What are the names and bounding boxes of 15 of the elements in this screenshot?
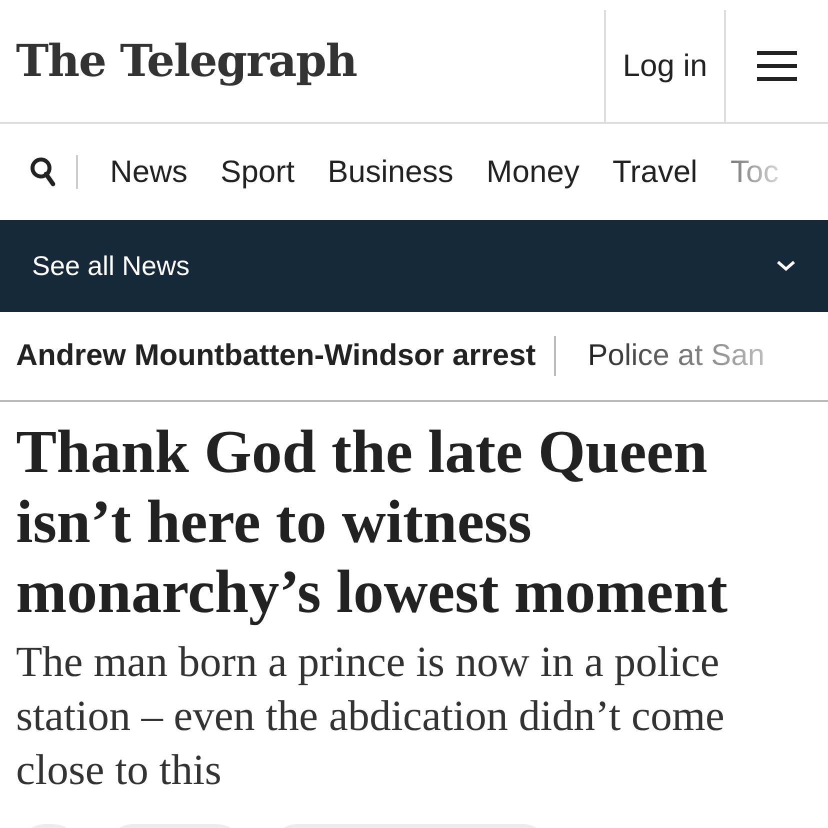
telegraph-logo[interactable]: The Telegraph: [0, 0, 604, 122]
section-bar[interactable]: See all News: [0, 220, 828, 312]
nav-link[interactable]: Travel: [612, 154, 698, 190]
article-headline: Thank God the late Queen isn’t here to witness monarchy’s lowest moment: [16, 418, 729, 628]
chevron-down-icon: [776, 260, 796, 272]
article-standfirst: The man born a prince is now in a police station – even the abdication didn’t come close to this: [16, 638, 726, 796]
nav-link[interactable]: Sport: [220, 154, 295, 190]
nav-link[interactable]: Business: [328, 154, 454, 190]
nav-link[interactable]: Money: [486, 154, 580, 190]
menu-icon: [757, 51, 797, 81]
search-icon[interactable]: [30, 157, 56, 187]
nav-link[interactable]: News: [110, 154, 188, 190]
trending-link[interactable]: Andrew Mountbatten-Windsor arrest: [16, 339, 536, 373]
trending-link[interactable]: Police at San: [588, 339, 765, 373]
section-label: See all News: [32, 250, 190, 282]
